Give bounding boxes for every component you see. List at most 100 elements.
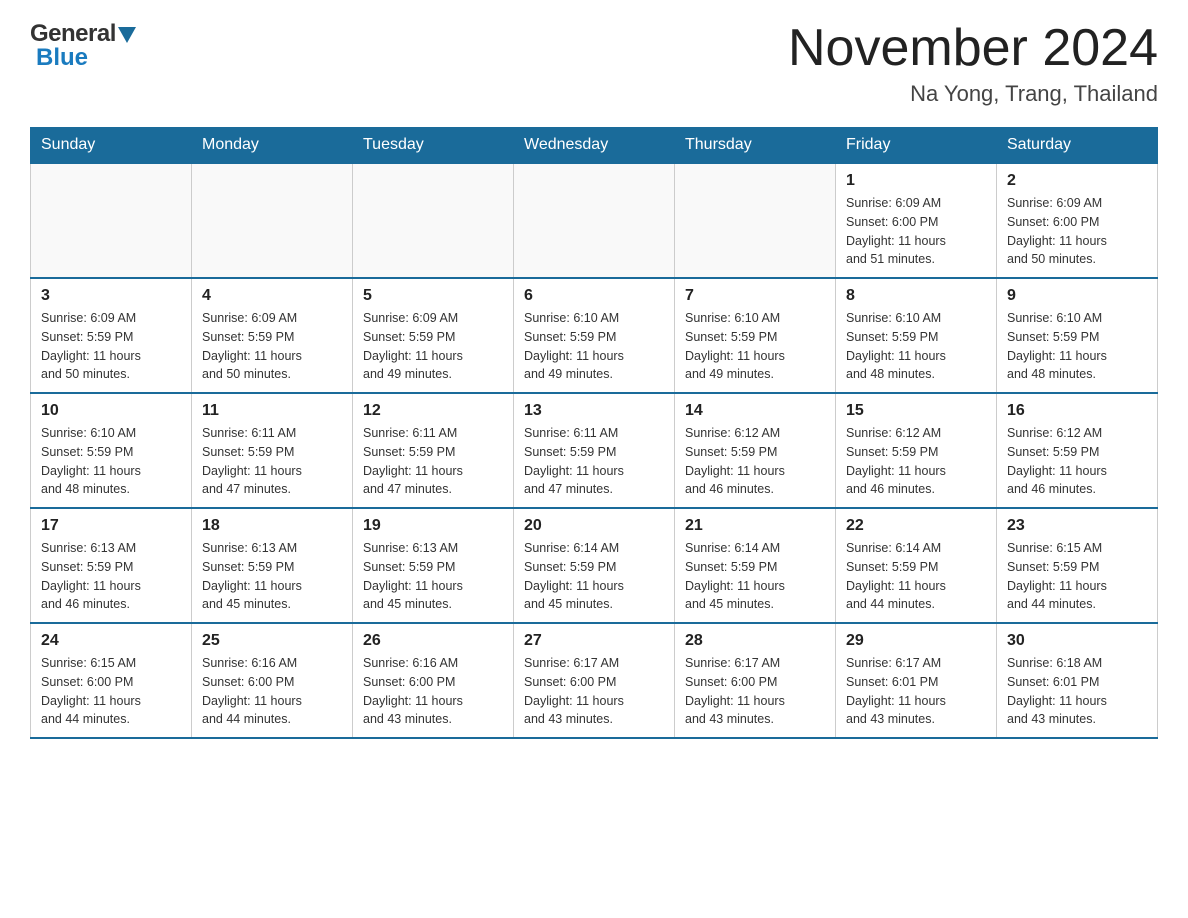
calendar-cell: 16 Sunrise: 6:12 AM Sunset: 5:59 PM Dayli… [997, 393, 1158, 508]
calendar-cell: 9Sunrise: 6:10 AM Sunset: 5:59 PM Daylig… [997, 278, 1158, 393]
calendar-cell [353, 163, 514, 278]
col-header-wednesday: Wednesday [514, 128, 675, 164]
calendar-cell: 3 Sunrise: 6:09 AM Sunset: 5:59 PM Daylig… [31, 278, 192, 393]
day-number: 5 [363, 287, 503, 305]
col-header-saturday: Saturday [997, 128, 1158, 164]
day-info: Sunrise: 6:14 AM Sunset: 5:59 PM Dayligh… [685, 539, 825, 614]
logo-blue-text: Blue [36, 44, 88, 72]
calendar-cell: 10 Sunrise: 6:10 AM Sunset: 5:59 PM Dayli… [31, 393, 192, 508]
col-header-sunday: Sunday [31, 128, 192, 164]
col-header-friday: Friday [836, 128, 997, 164]
day-number: 19 [363, 517, 503, 535]
day-number: 7 [685, 287, 825, 305]
month-title: November 2024 [788, 20, 1158, 77]
calendar-cell: 21 Sunrise: 6:14 AM Sunset: 5:59 PM Dayli… [675, 508, 836, 623]
day-info: Sunrise: 6:10 AM Sunset: 5:59 PM Dayligh… [524, 309, 664, 384]
col-header-thursday: Thursday [675, 128, 836, 164]
day-number: 8 [846, 287, 986, 305]
calendar-week-1: 1 Sunrise: 6:09 AM Sunset: 6:00 PM Daylig… [31, 163, 1158, 278]
calendar-cell [192, 163, 353, 278]
calendar-cell: 22 Sunrise: 6:14 AM Sunset: 5:59 PM Dayli… [836, 508, 997, 623]
day-number: 13 [524, 402, 664, 420]
day-number: 16 [1007, 402, 1147, 420]
day-number: 22 [846, 517, 986, 535]
day-number: 12 [363, 402, 503, 420]
day-number: 28 [685, 632, 825, 650]
calendar-cell: 30Sunrise: 6:18 AM Sunset: 6:01 PM Dayli… [997, 623, 1158, 738]
day-info: Sunrise: 6:10 AM Sunset: 5:59 PM Dayligh… [685, 309, 825, 384]
col-header-monday: Monday [192, 128, 353, 164]
calendar-cell: 2Sunrise: 6:09 AM Sunset: 6:00 PM Daylig… [997, 163, 1158, 278]
calendar-cell [514, 163, 675, 278]
day-info: Sunrise: 6:16 AM Sunset: 6:00 PM Dayligh… [363, 654, 503, 729]
day-number: 14 [685, 402, 825, 420]
location: Na Yong, Trang, Thailand [788, 81, 1158, 107]
day-info: Sunrise: 6:10 AM Sunset: 5:59 PM Dayligh… [846, 309, 986, 384]
day-info: Sunrise: 6:11 AM Sunset: 5:59 PM Dayligh… [202, 424, 342, 499]
day-info: Sunrise: 6:14 AM Sunset: 5:59 PM Dayligh… [846, 539, 986, 614]
day-info: Sunrise: 6:09 AM Sunset: 6:00 PM Dayligh… [1007, 194, 1147, 269]
calendar-cell [675, 163, 836, 278]
calendar-cell: 14 Sunrise: 6:12 AM Sunset: 5:59 PM Dayli… [675, 393, 836, 508]
calendar-cell: 23Sunrise: 6:15 AM Sunset: 5:59 PM Dayli… [997, 508, 1158, 623]
day-info: Sunrise: 6:14 AM Sunset: 5:59 PM Dayligh… [524, 539, 664, 614]
day-number: 3 [41, 287, 181, 305]
day-number: 21 [685, 517, 825, 535]
day-info: Sunrise: 6:09 AM Sunset: 5:59 PM Dayligh… [363, 309, 503, 384]
day-info: Sunrise: 6:09 AM Sunset: 5:59 PM Dayligh… [202, 309, 342, 384]
calendar-cell: 29 Sunrise: 6:17 AM Sunset: 6:01 PM Dayli… [836, 623, 997, 738]
day-info: Sunrise: 6:17 AM Sunset: 6:00 PM Dayligh… [685, 654, 825, 729]
day-info: Sunrise: 6:10 AM Sunset: 5:59 PM Dayligh… [1007, 309, 1147, 384]
day-number: 10 [41, 402, 181, 420]
day-info: Sunrise: 6:11 AM Sunset: 5:59 PM Dayligh… [524, 424, 664, 499]
calendar-week-5: 24 Sunrise: 6:15 AM Sunset: 6:00 PM Dayli… [31, 623, 1158, 738]
day-number: 1 [846, 172, 986, 190]
day-number: 4 [202, 287, 342, 305]
calendar-cell: 6Sunrise: 6:10 AM Sunset: 5:59 PM Daylig… [514, 278, 675, 393]
day-info: Sunrise: 6:17 AM Sunset: 6:01 PM Dayligh… [846, 654, 986, 729]
day-info: Sunrise: 6:09 AM Sunset: 5:59 PM Dayligh… [41, 309, 181, 384]
calendar-cell: 18Sunrise: 6:13 AM Sunset: 5:59 PM Dayli… [192, 508, 353, 623]
calendar-cell: 1 Sunrise: 6:09 AM Sunset: 6:00 PM Daylig… [836, 163, 997, 278]
calendar-cell: 4 Sunrise: 6:09 AM Sunset: 5:59 PM Daylig… [192, 278, 353, 393]
day-info: Sunrise: 6:15 AM Sunset: 6:00 PM Dayligh… [41, 654, 181, 729]
calendar-cell: 27Sunrise: 6:17 AM Sunset: 6:00 PM Dayli… [514, 623, 675, 738]
calendar-cell: 17 Sunrise: 6:13 AM Sunset: 5:59 PM Dayli… [31, 508, 192, 623]
calendar-cell: 19Sunrise: 6:13 AM Sunset: 5:59 PM Dayli… [353, 508, 514, 623]
calendar-cell: 11 Sunrise: 6:11 AM Sunset: 5:59 PM Dayli… [192, 393, 353, 508]
title-section: November 2024 Na Yong, Trang, Thailand [788, 20, 1158, 107]
calendar-cell: 13 Sunrise: 6:11 AM Sunset: 5:59 PM Dayli… [514, 393, 675, 508]
day-number: 23 [1007, 517, 1147, 535]
page-header: General Blue November 2024 Na Yong, Tran… [30, 20, 1158, 107]
calendar-table: SundayMondayTuesdayWednesdayThursdayFrid… [30, 127, 1158, 739]
day-number: 15 [846, 402, 986, 420]
day-info: Sunrise: 6:10 AM Sunset: 5:59 PM Dayligh… [41, 424, 181, 499]
day-number: 25 [202, 632, 342, 650]
day-info: Sunrise: 6:16 AM Sunset: 6:00 PM Dayligh… [202, 654, 342, 729]
calendar-cell: 7 Sunrise: 6:10 AM Sunset: 5:59 PM Daylig… [675, 278, 836, 393]
calendar-cell [31, 163, 192, 278]
day-info: Sunrise: 6:13 AM Sunset: 5:59 PM Dayligh… [202, 539, 342, 614]
day-info: Sunrise: 6:09 AM Sunset: 6:00 PM Dayligh… [846, 194, 986, 269]
day-info: Sunrise: 6:12 AM Sunset: 5:59 PM Dayligh… [1007, 424, 1147, 499]
day-info: Sunrise: 6:17 AM Sunset: 6:00 PM Dayligh… [524, 654, 664, 729]
day-number: 11 [202, 402, 342, 420]
calendar-cell: 26 Sunrise: 6:16 AM Sunset: 6:00 PM Dayli… [353, 623, 514, 738]
calendar-cell: 8 Sunrise: 6:10 AM Sunset: 5:59 PM Daylig… [836, 278, 997, 393]
day-number: 30 [1007, 632, 1147, 650]
logo: General Blue [30, 20, 136, 72]
calendar-cell: 12Sunrise: 6:11 AM Sunset: 5:59 PM Dayli… [353, 393, 514, 508]
calendar-week-4: 17 Sunrise: 6:13 AM Sunset: 5:59 PM Dayli… [31, 508, 1158, 623]
day-info: Sunrise: 6:12 AM Sunset: 5:59 PM Dayligh… [846, 424, 986, 499]
day-number: 26 [363, 632, 503, 650]
calendar-week-3: 10 Sunrise: 6:10 AM Sunset: 5:59 PM Dayli… [31, 393, 1158, 508]
calendar-cell: 20Sunrise: 6:14 AM Sunset: 5:59 PM Dayli… [514, 508, 675, 623]
day-number: 24 [41, 632, 181, 650]
calendar-cell: 15 Sunrise: 6:12 AM Sunset: 5:59 PM Dayli… [836, 393, 997, 508]
day-number: 29 [846, 632, 986, 650]
day-number: 17 [41, 517, 181, 535]
day-info: Sunrise: 6:13 AM Sunset: 5:59 PM Dayligh… [41, 539, 181, 614]
calendar-cell: 25 Sunrise: 6:16 AM Sunset: 6:00 PM Dayli… [192, 623, 353, 738]
calendar-cell: 28 Sunrise: 6:17 AM Sunset: 6:00 PM Dayli… [675, 623, 836, 738]
day-info: Sunrise: 6:12 AM Sunset: 5:59 PM Dayligh… [685, 424, 825, 499]
